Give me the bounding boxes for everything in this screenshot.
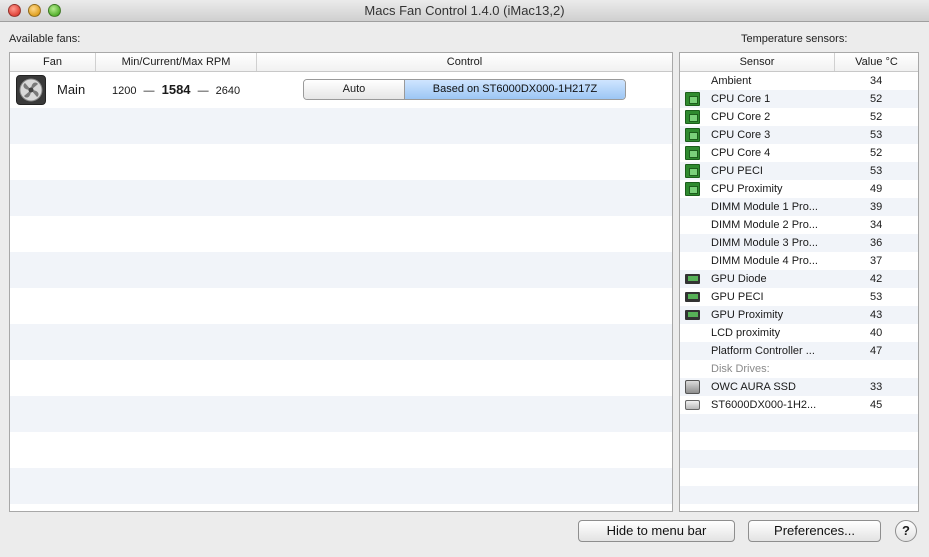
cpu-chip-icon (685, 92, 700, 106)
sensor-value: 42 (870, 273, 883, 285)
cpu-chip-icon (685, 182, 700, 196)
sensor-value: 52 (870, 93, 883, 105)
sensor-name: DIMM Module 2 Pro... (711, 219, 818, 231)
sensors-table: Sensor Value °C Ambient 34 CPU Core 1 52 CPU… (679, 52, 919, 512)
ssd-drive-icon (685, 380, 700, 394)
sensor-name: GPU Diode (711, 273, 767, 285)
sensor-row[interactable]: DIMM Module 3 Pro... 36 (680, 234, 918, 252)
sensor-group-header: Disk Drives: (680, 360, 918, 378)
temperature-sensors-label: Temperature sensors: (741, 33, 848, 45)
column-header-sensor[interactable]: Sensor (680, 53, 835, 71)
sensor-name: LCD proximity (711, 327, 781, 339)
sensor-value: 53 (870, 291, 883, 303)
control-based-on-sensor-button[interactable]: Based on ST6000DX000-1H217Z (405, 80, 625, 99)
hdd-drive-icon (685, 400, 700, 410)
sensor-value: 52 (870, 111, 883, 123)
sensor-name: GPU PECI (711, 291, 764, 303)
column-header-value[interactable]: Value °C (835, 53, 918, 71)
sensor-row[interactable]: GPU Diode 42 (680, 270, 918, 288)
rpm-separator: — (143, 85, 155, 97)
fans-table-header: Fan Min/Current/Max RPM Control (10, 53, 672, 72)
sensor-name: Ambient (711, 75, 752, 87)
window-title: Macs Fan Control 1.4.0 (iMac13,2) (364, 3, 565, 18)
fans-table: Fan Min/Current/Max RPM Control Main 120… (9, 52, 673, 512)
fan-icon (16, 75, 46, 105)
sensor-name: CPU PECI (711, 165, 763, 177)
sensor-value: 34 (870, 75, 883, 87)
sensor-name: CPU Core 4 (711, 147, 771, 159)
sensor-value: 39 (870, 201, 883, 213)
sensor-name: CPU Core 1 (711, 93, 771, 105)
sensor-row[interactable]: DIMM Module 4 Pro... 37 (680, 252, 918, 270)
sensor-row[interactable]: Platform Controller ... 47 (680, 342, 918, 360)
rpm-separator: — (197, 85, 209, 97)
sensor-value: 45 (870, 399, 883, 411)
sensor-value: 47 (870, 345, 883, 357)
title-bar: Macs Fan Control 1.4.0 (iMac13,2) (0, 0, 929, 22)
fan-rpm-readout: 1200 — 1584 — 2640 (112, 82, 240, 97)
fan-name: Main (57, 82, 86, 97)
sensor-name: DIMM Module 1 Pro... (711, 201, 818, 213)
gpu-card-icon (685, 310, 700, 320)
sensor-name: DIMM Module 3 Pro... (711, 237, 818, 249)
cpu-chip-icon (685, 128, 700, 142)
column-header-fan[interactable]: Fan (10, 53, 96, 71)
sensor-value: 52 (870, 147, 883, 159)
fans-table-body: Main 1200 — 1584 — 2640 Auto Based on ST… (10, 72, 672, 511)
sensor-row[interactable]: DIMM Module 2 Pro... 34 (680, 216, 918, 234)
fan-row-main[interactable]: Main 1200 — 1584 — 2640 Auto Based on ST… (10, 72, 672, 108)
sensor-name: OWC AURA SSD (711, 381, 796, 393)
cpu-chip-icon (685, 164, 700, 178)
fan-min-rpm: 1200 (112, 85, 137, 97)
preferences-button[interactable]: Preferences... (748, 520, 881, 542)
fan-current-rpm: 1584 (161, 82, 191, 97)
sensor-value: 53 (870, 165, 883, 177)
sensor-value: 34 (870, 219, 883, 231)
sensor-row[interactable]: GPU PECI 53 (680, 288, 918, 306)
sensor-name: CPU Core 3 (711, 129, 771, 141)
hide-to-menu-bar-button[interactable]: Hide to menu bar (578, 520, 735, 542)
sensor-value: 37 (870, 255, 883, 267)
sensor-row[interactable]: GPU Proximity 43 (680, 306, 918, 324)
sensor-row[interactable]: LCD proximity 40 (680, 324, 918, 342)
sensor-row[interactable]: CPU Core 4 52 (680, 144, 918, 162)
sensor-name: CPU Proximity (711, 183, 783, 195)
fan-control-segmented: Auto Based on ST6000DX000-1H217Z (303, 79, 626, 100)
sensor-row[interactable]: ST6000DX000-1H2... 45 (680, 396, 918, 414)
control-auto-button[interactable]: Auto (304, 80, 405, 99)
sensor-name: Platform Controller ... (711, 345, 815, 357)
sensor-value: 36 (870, 237, 883, 249)
sensor-row[interactable]: CPU PECI 53 (680, 162, 918, 180)
sensor-name: DIMM Module 4 Pro... (711, 255, 818, 267)
sensor-row[interactable]: CPU Core 2 52 (680, 108, 918, 126)
sensors-table-body: Ambient 34 CPU Core 1 52 CPU Core 2 52 CPU Cor… (680, 72, 918, 511)
available-fans-label: Available fans: (9, 33, 81, 45)
sensor-name: CPU Core 2 (711, 111, 771, 123)
gpu-card-icon (685, 274, 700, 284)
sensor-name: ST6000DX000-1H2... (711, 399, 817, 411)
sensor-value: 33 (870, 381, 883, 393)
sensor-row[interactable]: CPU Proximity 49 (680, 180, 918, 198)
column-header-rpm[interactable]: Min/Current/Max RPM (96, 53, 257, 71)
sensors-table-header: Sensor Value °C (680, 53, 918, 72)
sensor-name: GPU Proximity (711, 309, 784, 321)
fan-max-rpm: 2640 (215, 85, 241, 97)
sensor-row[interactable]: Ambient 34 (680, 72, 918, 90)
help-button[interactable]: ? (895, 520, 917, 542)
sensor-row[interactable]: CPU Core 3 53 (680, 126, 918, 144)
sensor-value: 53 (870, 129, 883, 141)
sensor-row[interactable]: DIMM Module 1 Pro... 39 (680, 198, 918, 216)
gpu-card-icon (685, 292, 700, 302)
sensor-value: 49 (870, 183, 883, 195)
column-header-control[interactable]: Control (257, 53, 672, 71)
cpu-chip-icon (685, 146, 700, 160)
sensor-row[interactable]: CPU Core 1 52 (680, 90, 918, 108)
sensor-row[interactable]: OWC AURA SSD 33 (680, 378, 918, 396)
sensor-value: 43 (870, 309, 883, 321)
cpu-chip-icon (685, 110, 700, 124)
sensor-value: 40 (870, 327, 883, 339)
sensor-name: Disk Drives: (711, 363, 770, 375)
